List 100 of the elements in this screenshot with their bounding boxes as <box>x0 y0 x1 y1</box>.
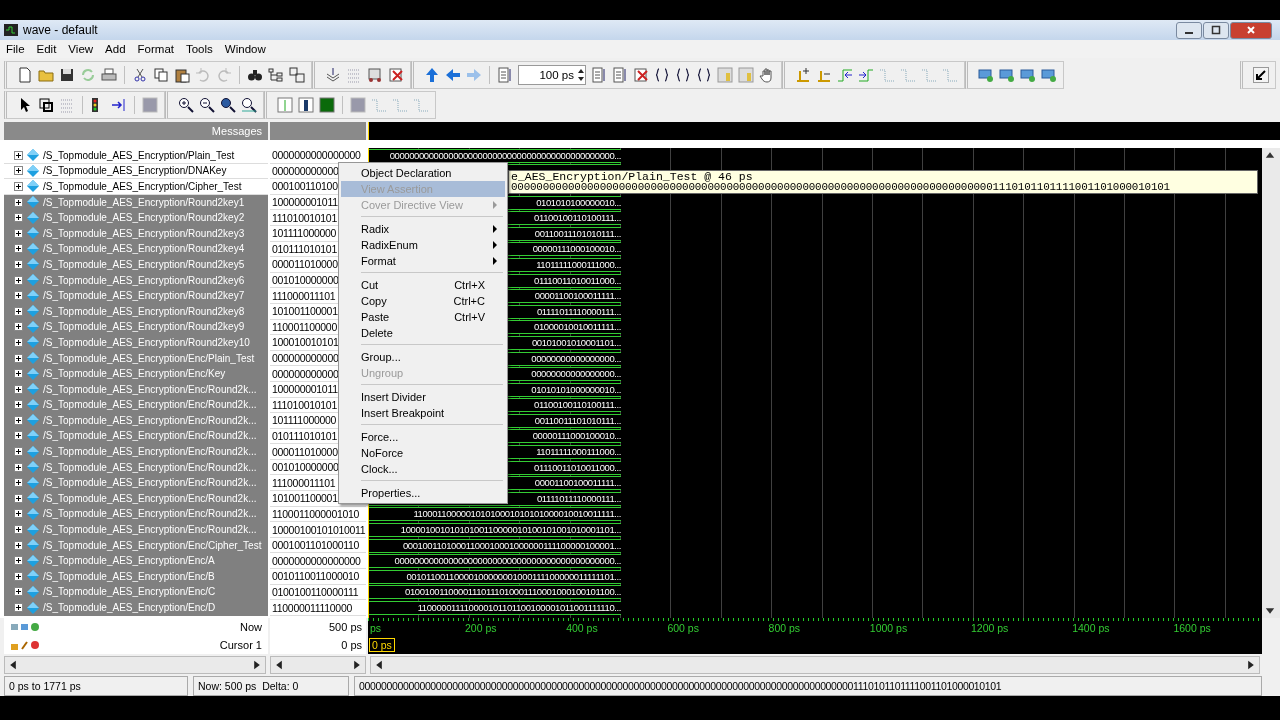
expand-icon[interactable] <box>14 556 23 566</box>
expand-icon[interactable] <box>14 384 23 394</box>
expand-icon[interactable] <box>14 306 23 316</box>
menu-item[interactable]: Edit <box>30 43 63 55</box>
signal-row[interactable]: /S_Topmodule_AES_Encryption/Round2key7 <box>4 288 268 304</box>
menu-item[interactable]: Format <box>131 43 180 55</box>
monitor-icon[interactable] <box>978 67 994 83</box>
horizontal-scrollbar[interactable] <box>4 656 266 674</box>
lock-icons[interactable] <box>10 640 40 650</box>
expand-icon[interactable] <box>14 291 23 301</box>
delete-icon[interactable] <box>388 67 404 83</box>
expand-icon[interactable] <box>14 571 23 581</box>
dotted-edge-icon[interactable] <box>413 97 429 113</box>
vertical-scrollbar[interactable] <box>1262 148 1280 618</box>
dotted-edge-icon[interactable] <box>921 67 937 83</box>
expand-icon[interactable] <box>14 353 23 363</box>
tree-icon[interactable] <box>268 67 284 83</box>
binoculars-icon[interactable] <box>247 67 263 83</box>
dotted-edge-icon[interactable] <box>392 97 408 113</box>
expand-icon[interactable] <box>14 493 23 503</box>
signal-row[interactable]: /S_Topmodule_AES_Encryption/Enc/D <box>4 600 268 616</box>
horizontal-scrollbar[interactable] <box>270 656 366 674</box>
document-lines-icon[interactable] <box>612 67 628 83</box>
zoom-cursor-icon[interactable] <box>241 97 257 113</box>
expand-icon[interactable] <box>14 525 23 535</box>
save-icon[interactable] <box>59 67 75 83</box>
expand-icon[interactable] <box>14 337 23 347</box>
dotted-lines-icon[interactable] <box>59 97 75 113</box>
document-lines-icon[interactable] <box>591 67 607 83</box>
signal-row[interactable]: /S_Topmodule_AES_Encryption/Enc/Round2k... <box>4 491 268 507</box>
menu-item[interactable]: Tools <box>179 43 219 55</box>
signal-row[interactable]: /S_Topmodule_AES_Encryption/Enc/Round2k... <box>4 522 268 538</box>
checker-icon[interactable] <box>350 97 366 113</box>
zoom-out-icon[interactable] <box>199 97 215 113</box>
boxes-icon[interactable] <box>289 67 305 83</box>
signal-row[interactable]: /S_Topmodule_AES_Encryption/Round2key5 <box>4 257 268 273</box>
dotted-edge-icon[interactable] <box>900 67 916 83</box>
layers-icon[interactable] <box>325 67 341 83</box>
braces-icon[interactable] <box>696 67 712 83</box>
dotted-edge-icon[interactable] <box>942 67 958 83</box>
printer-icon[interactable] <box>101 67 117 83</box>
dotted-edge-icon[interactable] <box>371 97 387 113</box>
horizontal-scrollbar[interactable] <box>370 656 1260 674</box>
menu-item[interactable]: Object Declaration <box>341 165 505 181</box>
signal-row[interactable]: /S_Topmodule_AES_Encryption/Enc/Round2k... <box>4 413 268 429</box>
delete-icon[interactable] <box>633 67 649 83</box>
expand-icon[interactable] <box>14 150 23 160</box>
zoom-in-icon[interactable] <box>178 97 194 113</box>
expand-icon[interactable] <box>14 587 23 597</box>
arrow-bar-icon[interactable] <box>111 97 127 113</box>
signal-row[interactable]: /S_Topmodule_AES_Encryption/Round2key2 <box>4 210 268 226</box>
expand-icon[interactable] <box>14 369 23 379</box>
monitor-icon[interactable] <box>1020 67 1036 83</box>
scissors-icon[interactable] <box>132 67 148 83</box>
spinner-icon[interactable] <box>577 67 585 83</box>
maximize-button[interactable] <box>1203 21 1229 39</box>
signal-row[interactable]: /S_Topmodule_AES_Encryption/DNAKey <box>4 163 268 180</box>
folder-icon[interactable] <box>38 67 54 83</box>
expand-icon[interactable] <box>14 213 23 223</box>
zoom-full-icon[interactable] <box>220 97 236 113</box>
close-button[interactable] <box>1230 21 1272 39</box>
filled-block-icon[interactable] <box>319 97 335 113</box>
edge-right-icon[interactable] <box>858 67 874 83</box>
signal-row[interactable]: /S_Topmodule_AES_Encryption/Enc/A <box>4 553 268 570</box>
signal-row[interactable]: /S_Topmodule_AES_Encryption/Enc/Round2k... <box>4 444 268 460</box>
expand-icon[interactable] <box>14 244 23 254</box>
expand-icon[interactable] <box>14 431 23 441</box>
monitor-icon[interactable] <box>1041 67 1057 83</box>
menu-item[interactable]: View <box>62 43 100 55</box>
undock-arrow-icon[interactable] <box>1253 67 1269 83</box>
hand-icon[interactable] <box>759 67 775 83</box>
expand-icon[interactable] <box>14 275 23 285</box>
expand-icon[interactable] <box>14 462 23 472</box>
expand-icon[interactable] <box>14 478 23 488</box>
edge-left-icon[interactable] <box>837 67 853 83</box>
copy-icon[interactable] <box>153 67 169 83</box>
toolbar-icons[interactable] <box>10 622 40 632</box>
signal-row[interactable]: /S_Topmodule_AES_Encryption/Plain_Test <box>4 148 268 164</box>
checker-icon[interactable] <box>142 97 158 113</box>
time-step-field[interactable]: 100 ps <box>518 65 586 85</box>
menu-item[interactable]: Add <box>99 43 132 55</box>
expand-icon[interactable] <box>14 182 23 191</box>
up-arrow-icon[interactable] <box>424 67 440 83</box>
expand-icon[interactable] <box>14 447 23 457</box>
signal-row[interactable]: /S_Topmodule_AES_Encryption/Enc/B <box>4 569 268 585</box>
expand-icon[interactable] <box>14 540 23 550</box>
paste-icon[interactable] <box>174 67 190 83</box>
expand-icon[interactable] <box>14 415 23 425</box>
minimize-button[interactable] <box>1176 21 1202 39</box>
braces-icon[interactable] <box>654 67 670 83</box>
braces-icon[interactable] <box>675 67 691 83</box>
signal-row[interactable]: /S_Topmodule_AES_Encryption/Cipher_Test <box>4 179 268 195</box>
dotted-lines-icon[interactable] <box>346 67 362 83</box>
marker-add-icon[interactable] <box>795 67 811 83</box>
expand-icon[interactable] <box>14 197 23 207</box>
expand-icon[interactable] <box>14 259 23 269</box>
dotted-edge-icon[interactable] <box>879 67 895 83</box>
document-wheels-icon[interactable] <box>367 67 383 83</box>
zoom-box-icon[interactable] <box>38 97 54 113</box>
expand-icon[interactable] <box>14 603 23 612</box>
